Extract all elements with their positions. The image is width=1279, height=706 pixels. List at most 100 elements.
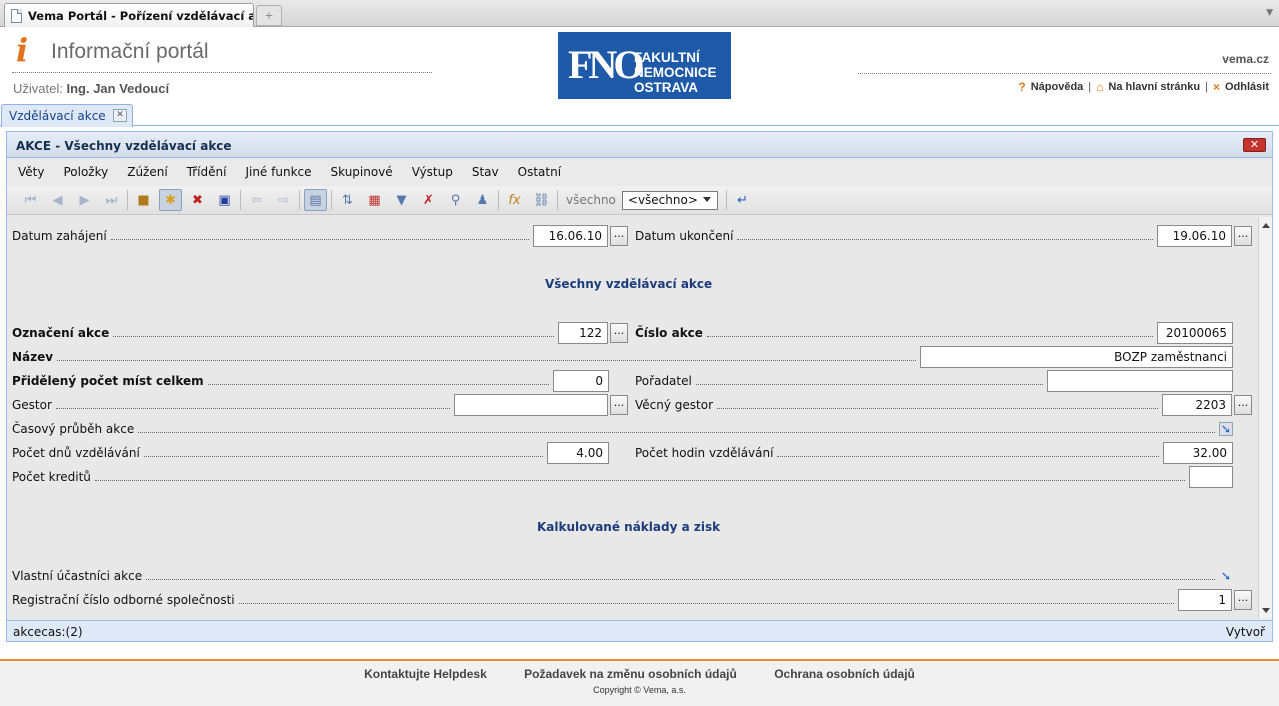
gestor-label: Gestor xyxy=(12,398,52,412)
nazev-label: Název xyxy=(12,350,54,364)
vecny-gestor-picker[interactable]: ... xyxy=(1234,395,1252,415)
footer-link-helpdesk[interactable]: Kontaktujte Helpdesk xyxy=(364,667,487,681)
forward-arrow-icon[interactable]: ⇨ xyxy=(272,189,295,211)
function-icon[interactable]: fx xyxy=(503,189,526,211)
menu-trideni[interactable]: Třídění xyxy=(187,165,227,179)
vecny-gestor-field[interactable]: 2203 xyxy=(1162,394,1232,416)
vecny-gestor-label: Věcný gestor xyxy=(635,398,714,412)
pocet-mist-field[interactable]: 0 xyxy=(553,370,609,392)
first-record-icon[interactable]: ⏮ xyxy=(19,189,42,211)
pocet-kreditu-label: Počet kreditů xyxy=(12,470,91,484)
app-tab-bar: Vzdělávací akce ✕ xyxy=(0,104,1279,127)
portal-title: Informační portál xyxy=(51,40,209,63)
row-nazev: Název BOZP zaměstnanci xyxy=(12,346,1233,368)
window-title-bar: AKCE - Všechny vzdělávací akce ✕ xyxy=(7,132,1272,158)
datum-ukonceni-label: Datum ukončení xyxy=(635,229,734,243)
prev-record-icon[interactable]: ◀ xyxy=(46,189,69,211)
menu-jine-funkce[interactable]: Jiné funkce xyxy=(245,165,311,179)
drilldown-arrow-icon[interactable]: ➘ xyxy=(1219,569,1233,583)
delete-record-icon[interactable]: ✖ xyxy=(186,189,209,211)
row-datum-ukonceni: Datum ukončení 19.06.10 ... xyxy=(635,225,1252,247)
footer-link-ochrana-udaju[interactable]: Ochrana osobních údajů xyxy=(774,667,915,681)
site-name: vema.cz xyxy=(1222,52,1269,66)
filter-icon[interactable]: ▼ xyxy=(390,189,413,211)
home-link[interactable]: Na hlavní stránku xyxy=(1108,81,1200,93)
row-vlastni-ucastnici: Vlastní účastníci akce ➘ xyxy=(12,565,1233,587)
menu-zuzeni[interactable]: Zúžení xyxy=(127,165,167,179)
tab-close-icon[interactable]: ✕ xyxy=(113,109,127,122)
link-icon[interactable]: ⛓ xyxy=(530,189,553,211)
filter-select[interactable]: <všechno> xyxy=(621,190,718,210)
save-icon[interactable]: ▣ xyxy=(213,189,236,211)
drilldown-arrow-icon[interactable]: ➘ xyxy=(1219,422,1233,436)
cislo-akce-field[interactable]: 20100065 xyxy=(1157,322,1233,344)
last-record-icon[interactable]: ⏭ xyxy=(100,189,123,211)
next-record-icon[interactable]: ▶ xyxy=(73,189,96,211)
status-left: akcecas:(2) xyxy=(13,625,83,639)
back-arrow-icon[interactable]: ⇦ xyxy=(245,189,268,211)
row-pocet-dnu: Počet dnů vzdělávání 4.00 xyxy=(12,442,609,464)
row-casovy-prubeh: Časový průběh akce ➘ xyxy=(12,418,1233,440)
return-icon[interactable]: ↵ xyxy=(731,189,754,211)
pocet-kreditu-field[interactable] xyxy=(1189,466,1233,488)
row-pocet-mist: Přidělený počet míst celkem 0 xyxy=(12,370,609,392)
table-icon[interactable]: ▦ xyxy=(363,189,386,211)
help-link[interactable]: Nápověda xyxy=(1031,81,1084,93)
menu-vystup[interactable]: Výstup xyxy=(412,165,453,179)
section-title: Kalkulované náklady a zisk xyxy=(537,520,721,534)
nazev-field[interactable]: BOZP zaměstnanci xyxy=(920,346,1233,368)
menu-polozky[interactable]: Položky xyxy=(63,165,108,179)
clear-filter-icon[interactable]: ✗ xyxy=(417,189,440,211)
scroll-up-icon[interactable] xyxy=(1262,223,1270,228)
menu-ostatni[interactable]: Ostatní xyxy=(518,165,561,179)
menu-vety[interactable]: Věty xyxy=(18,165,44,179)
footer-link-zmena-udaju[interactable]: Požadavek na změnu osobních údajů xyxy=(524,667,737,681)
row-pocet-hodin: Počet hodin vzdělávání 32.00 xyxy=(635,442,1233,464)
vertical-scrollbar[interactable] xyxy=(1258,217,1272,619)
datum-ukonceni-field[interactable]: 19.06.10 xyxy=(1157,225,1232,247)
tab-scroll-icon[interactable]: ▼ xyxy=(1266,8,1273,18)
record-form: Datum zahájení 16.06.10 ... Datum ukonče… xyxy=(7,217,1259,619)
logout-link[interactable]: Odhlásit xyxy=(1225,81,1269,93)
menu-skupinove[interactable]: Skupinové xyxy=(331,165,393,179)
new-tab-button[interactable]: + xyxy=(256,5,282,26)
window-close-button[interactable]: ✕ xyxy=(1243,138,1266,152)
browser-tab-bar: Vema Portál - Pořízení vzdělávací akce +… xyxy=(0,0,1279,27)
registracni-cislo-picker[interactable]: ... xyxy=(1234,590,1252,610)
registracni-cislo-field[interactable]: 1 xyxy=(1178,589,1232,611)
pocet-dnu-field[interactable]: 4.00 xyxy=(547,442,609,464)
browser-tab[interactable]: Vema Portál - Pořízení vzdělávací akce xyxy=(4,3,254,27)
oznaceni-akce-picker[interactable]: ... xyxy=(610,323,628,343)
poradatel-label: Pořadatel xyxy=(635,374,692,388)
gestor-picker[interactable]: ... xyxy=(610,395,628,415)
menu-stav[interactable]: Stav xyxy=(472,165,499,179)
datum-zahajeni-field[interactable]: 16.06.10 xyxy=(533,225,608,247)
scroll-down-icon[interactable] xyxy=(1262,608,1270,613)
tab-vzdelavaci-akce[interactable]: Vzdělávací akce ✕ xyxy=(1,104,133,127)
logout-icon: × xyxy=(1212,80,1220,94)
lock-icon[interactable]: ■ xyxy=(132,189,155,211)
oznaceni-akce-field[interactable]: 122 xyxy=(558,322,608,344)
form-view-icon[interactable]: ▤ xyxy=(304,189,327,211)
pocet-hodin-field[interactable]: 32.00 xyxy=(1163,442,1233,464)
info-logo-icon: i xyxy=(16,31,29,69)
vlastni-ucastnici-label: Vlastní účastníci akce xyxy=(12,569,143,583)
datum-zahajeni-label: Datum zahájení xyxy=(12,229,107,243)
gestor-field[interactable] xyxy=(454,394,608,416)
row-cislo-akce: Číslo akce 20100065 xyxy=(635,322,1233,344)
window-title: AKCE - Všechny vzdělávací akce xyxy=(16,139,232,153)
filter-text: všechno xyxy=(566,193,616,207)
sort-icon[interactable]: ⇅ xyxy=(336,189,359,211)
user-search-icon[interactable]: ♟ xyxy=(471,189,494,211)
row-pocet-kreditu: Počet kreditů xyxy=(12,466,1233,488)
row-registracni-cislo: Registrační číslo odborné společnosti 1 … xyxy=(12,589,1252,611)
row-oznaceni-akce: Označení akce 122 ... xyxy=(12,322,628,344)
datum-zahajeni-picker[interactable]: ... xyxy=(610,226,628,246)
copyright: Copyright © Vema, a.s. xyxy=(593,685,686,695)
casovy-prubeh-label: Časový průběh akce xyxy=(12,422,135,436)
poradatel-field[interactable] xyxy=(1047,370,1233,392)
new-record-icon[interactable]: ✱ xyxy=(159,189,182,211)
search-icon[interactable]: ⚲ xyxy=(444,189,467,211)
footer: Kontaktujte Helpdesk Požadavek na změnu … xyxy=(0,661,1279,706)
datum-ukonceni-picker[interactable]: ... xyxy=(1234,226,1252,246)
